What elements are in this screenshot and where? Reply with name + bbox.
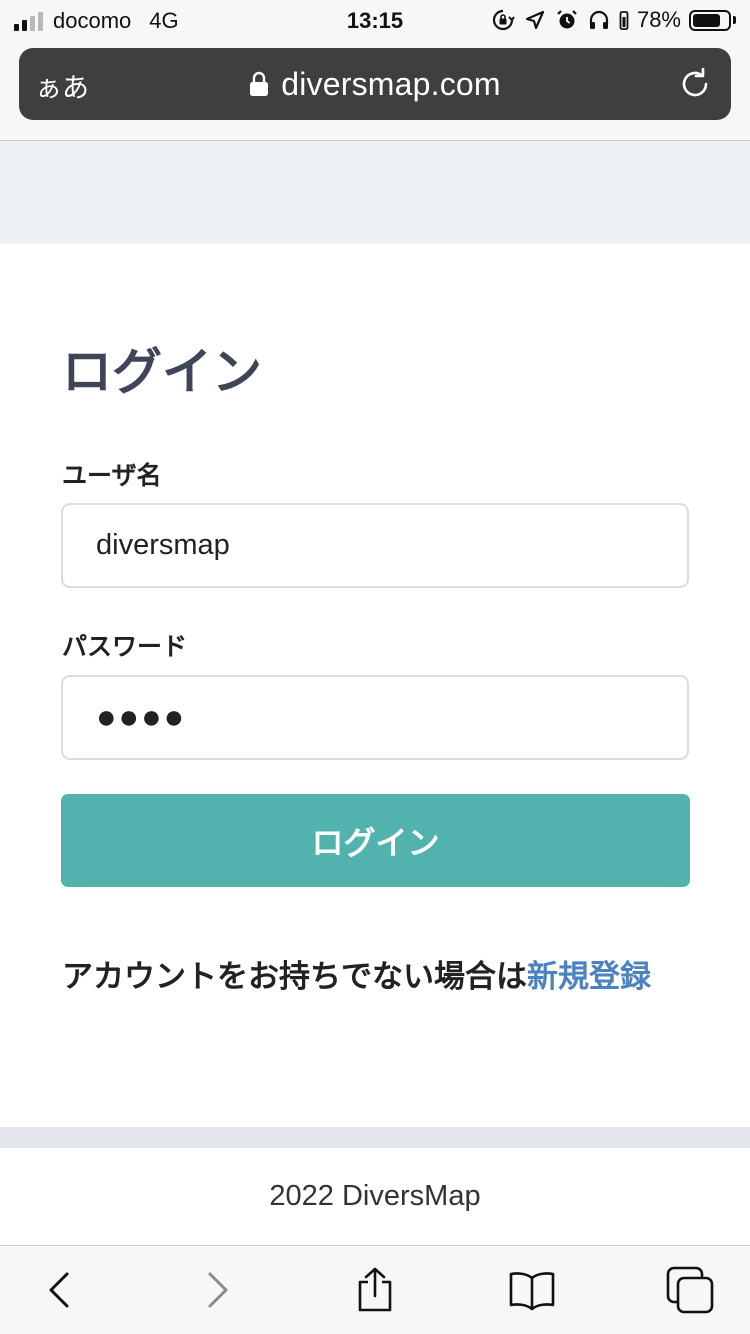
username-input[interactable]: diversmap [61, 503, 689, 588]
username-label: ユーザ名 [62, 462, 162, 490]
footer: 2022 DiversMap [0, 1148, 750, 1245]
footer-divider [0, 1127, 750, 1148]
bookmarks-icon[interactable] [508, 1266, 556, 1314]
url-text: diversmap.com [281, 65, 501, 102]
no-account-text: アカウントをお持ちでない場合は [62, 959, 527, 994]
alarm-icon [557, 10, 577, 29]
status-bar: docomo 4G 13:15 78% [0, 0, 750, 40]
location-arrow-icon [525, 10, 545, 30]
copyright-text: 2022 DiversMap [269, 1180, 481, 1212]
browser-toolbar [0, 1245, 750, 1334]
battery-small-icon [619, 11, 629, 30]
password-input[interactable]: ●●●● [61, 675, 689, 760]
orientation-lock-icon [492, 9, 515, 31]
username-value: diversmap [96, 529, 230, 561]
url-display[interactable]: diversmap.com [19, 48, 731, 120]
status-right: 78% [491, 7, 736, 33]
forward-icon[interactable] [194, 1266, 242, 1314]
page-title: ログイン [62, 344, 262, 400]
back-icon[interactable] [35, 1266, 83, 1314]
password-value: ●●●● [96, 698, 187, 736]
login-button[interactable]: ログイン [61, 794, 690, 887]
headphones-icon [589, 10, 609, 29]
battery-icon [689, 9, 736, 31]
signup-prompt: アカウントをお持ちでない場合は新規登録 [62, 951, 651, 996]
header-band [0, 141, 750, 244]
reload-icon[interactable] [677, 66, 713, 102]
share-icon[interactable] [351, 1266, 399, 1314]
tabs-icon[interactable] [666, 1266, 714, 1314]
login-card: ログイン ユーザ名 diversmap パスワード ●●●● ログイン アカウン… [0, 244, 750, 1127]
signup-link[interactable]: 新規登録 [527, 959, 651, 994]
battery-percent: 78% [636, 7, 681, 32]
address-bar[interactable]: ぁあ diversmap.com [19, 48, 731, 120]
password-label: パスワード [62, 633, 188, 661]
browser-url-area: ぁあ diversmap.com [0, 40, 750, 141]
lock-icon [250, 71, 269, 96]
